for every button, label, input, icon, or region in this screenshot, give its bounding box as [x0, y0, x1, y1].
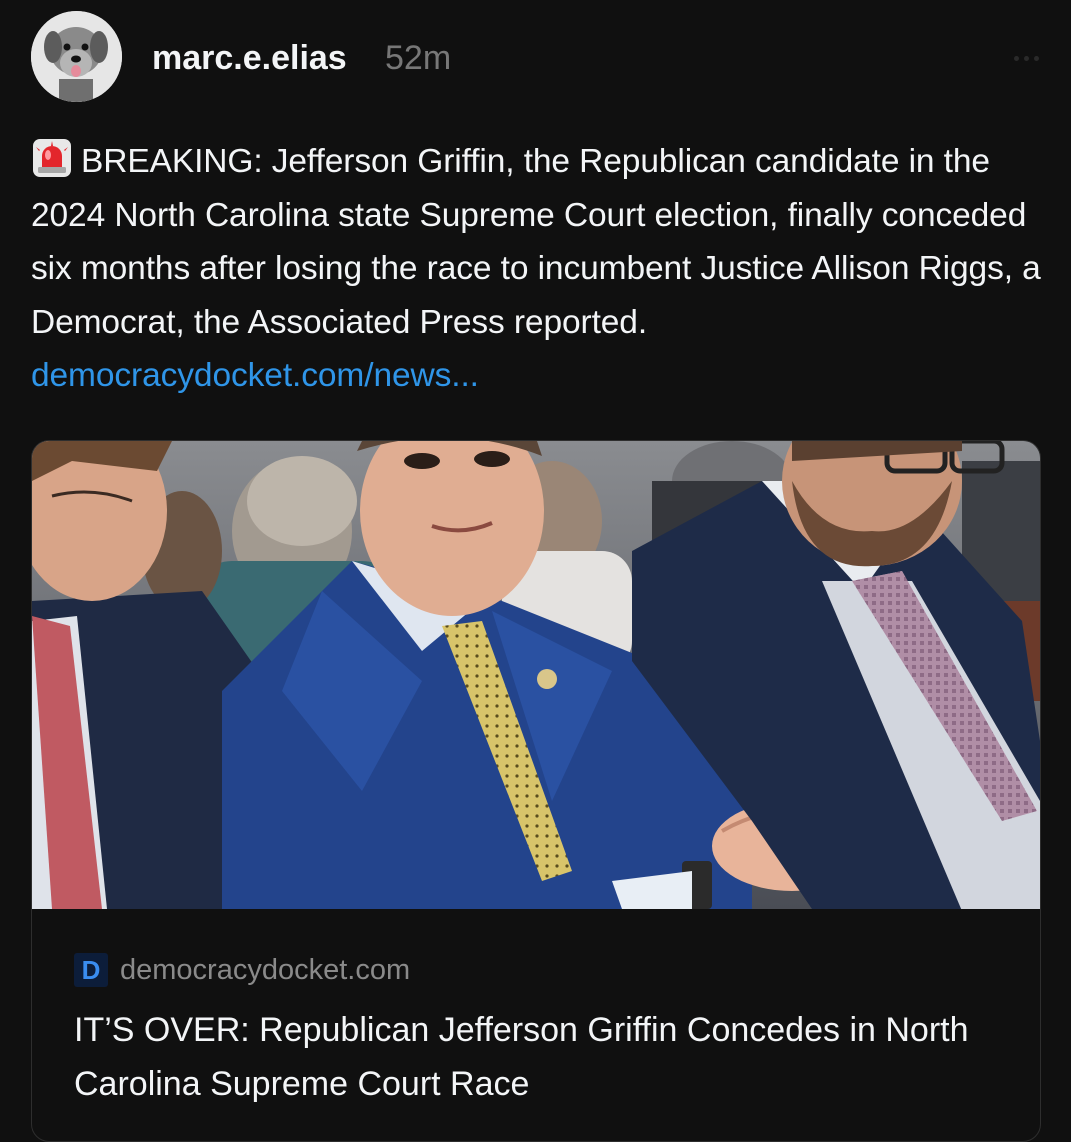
link-preview-card[interactable]: D democracydocket.com IT’S OVER: Republi… — [31, 440, 1041, 1142]
avatar[interactable] — [31, 11, 122, 102]
card-domain: democracydocket.com — [120, 953, 411, 986]
username[interactable]: marc.e.elias — [152, 38, 347, 78]
police-siren-icon — [31, 137, 73, 179]
post-body-text: BREAKING: Jefferson Griffin, the Republi… — [31, 143, 1041, 341]
post-link[interactable]: democracydocket.com/news... — [31, 357, 479, 394]
more-options-icon[interactable] — [1008, 48, 1044, 68]
card-source: D democracydocket.com — [74, 953, 410, 987]
article-image — [32, 441, 1040, 909]
post-timestamp: 52m — [385, 39, 452, 77]
site-favicon-icon: D — [74, 953, 108, 987]
card-title[interactable]: IT’S OVER: Republican Jefferson Griffin … — [74, 1003, 1014, 1111]
dog-avatar-icon — [31, 11, 122, 102]
thread-post: marc.e.elias 52m BREAKING: Jefferson Gri… — [0, 0, 1071, 1142]
post-text-container: BREAKING: Jefferson Griffin, the Republi… — [31, 135, 1041, 403]
